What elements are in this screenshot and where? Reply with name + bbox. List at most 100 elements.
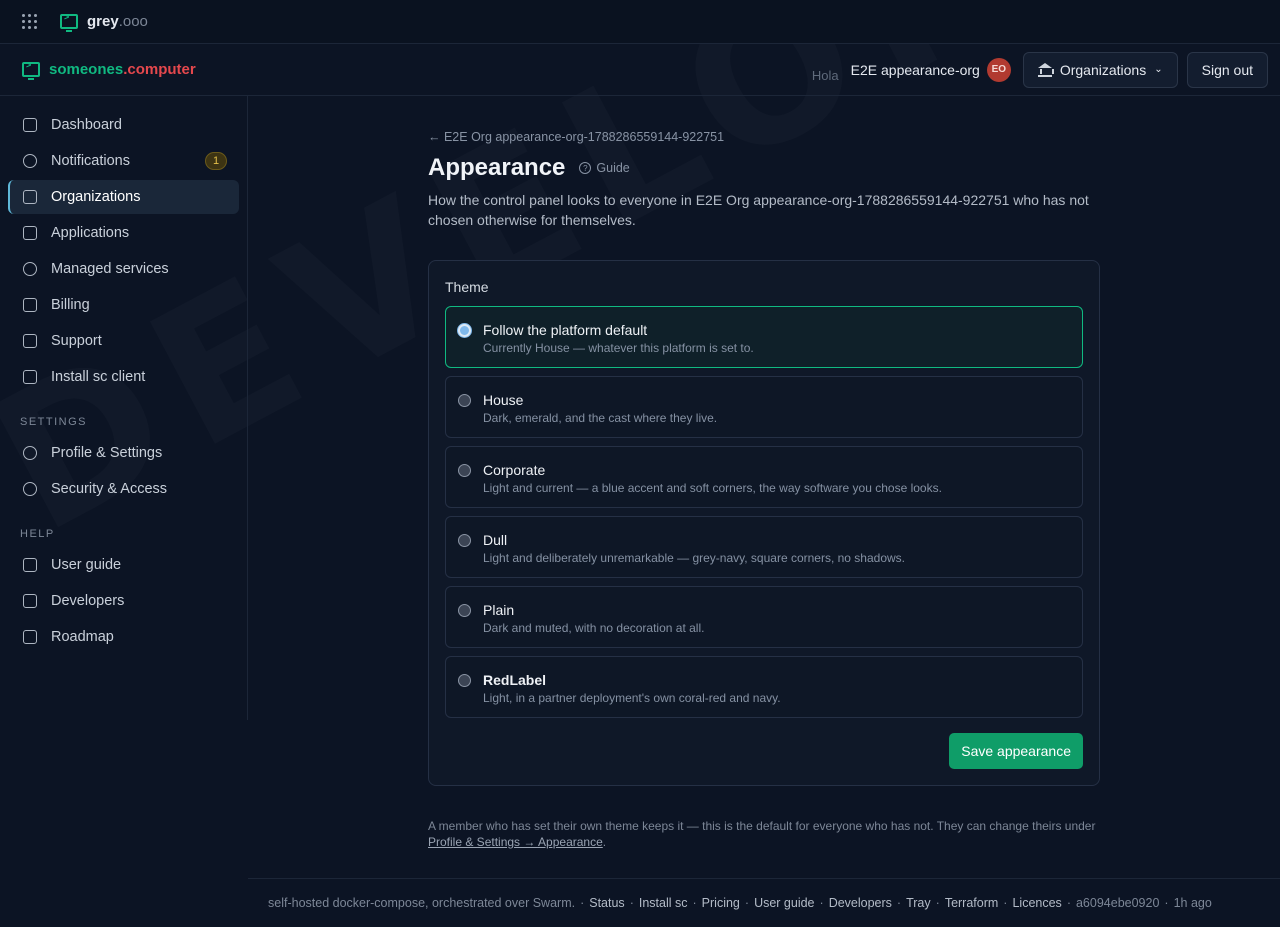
guide-label: Guide bbox=[596, 161, 630, 175]
sidebar-item-label: Managed services bbox=[51, 261, 169, 277]
sidebar-item-roadmap[interactable]: Roadmap bbox=[8, 620, 239, 654]
main-content: ← E2E Org appearance-org-1788286559144-9… bbox=[248, 96, 1280, 878]
separator: · bbox=[744, 896, 750, 910]
sidebar-item-label: Support bbox=[51, 333, 102, 349]
separator: · bbox=[896, 896, 902, 910]
option-subtitle: Dark, emerald, and the cast where they l… bbox=[483, 411, 718, 425]
radio[interactable] bbox=[458, 604, 471, 617]
sidebar-item-organizations[interactable]: Organizations bbox=[8, 180, 239, 214]
organizations-dropdown-button[interactable]: Organizations ⌄ bbox=[1022, 51, 1178, 88]
separator: · bbox=[935, 896, 940, 910]
sidebar-item-install-sc-client[interactable]: Install sc client bbox=[8, 360, 239, 394]
theme-option-platform-default[interactable]: Follow the platform default Currently Hou… bbox=[445, 306, 1083, 368]
option-title: House bbox=[483, 392, 524, 408]
footer-link-pricing[interactable]: Pricing bbox=[702, 896, 740, 910]
theme-option-dull[interactable]: Dull Light and deliberately unremarkable … bbox=[445, 516, 1083, 578]
radio[interactable] bbox=[458, 534, 471, 547]
sidebar-item-label: Roadmap bbox=[51, 629, 114, 645]
option-subtitle: Light, in a partner deployment's own cor… bbox=[483, 691, 781, 705]
sign-out-button[interactable]: Sign out bbox=[1186, 51, 1268, 88]
footer-link-install-sc[interactable]: Install sc bbox=[639, 896, 688, 910]
footer-link-terraform[interactable]: Terraform bbox=[945, 896, 998, 910]
grey-brand[interactable]: grey.ooo bbox=[60, 12, 148, 32]
theme-option-corporate[interactable]: Corporate Light and current — a blue acce… bbox=[445, 446, 1083, 508]
dashboard-icon bbox=[23, 118, 37, 132]
separator: · bbox=[1164, 896, 1169, 910]
footnote-text: A member who has set their own theme kee… bbox=[428, 819, 1096, 833]
separator: · bbox=[1066, 896, 1071, 910]
sidebar-item-label: Developers bbox=[51, 593, 125, 609]
option-title: Follow the platform default bbox=[483, 322, 648, 338]
greeting: Hola bbox=[811, 68, 839, 83]
building-icon bbox=[23, 190, 37, 204]
database-icon bbox=[23, 262, 37, 276]
save-appearance-button[interactable]: Save appearance bbox=[949, 733, 1083, 769]
profile-appearance-link[interactable]: Profile & Settings → Appearance bbox=[428, 835, 603, 849]
guide-link[interactable]: ? Guide bbox=[579, 161, 630, 175]
option-title: Dull bbox=[483, 532, 508, 548]
sidebar-item-label: Applications bbox=[51, 225, 130, 241]
page-description: How the control panel looks to everyone … bbox=[428, 192, 1089, 228]
option-subtitle: Currently House — whatever this platform… bbox=[483, 341, 754, 355]
sidebar-item-label: Organizations bbox=[51, 189, 141, 205]
sidebar-item-label: Billing bbox=[51, 297, 90, 313]
help-circle-icon: ? bbox=[579, 162, 592, 174]
sidebar: Dashboard Notifications 1 Organizations A… bbox=[0, 96, 248, 720]
separator: · bbox=[692, 896, 697, 910]
separator: · bbox=[1003, 896, 1008, 910]
sidebar-item-notifications[interactable]: Notifications 1 bbox=[8, 144, 239, 178]
radio[interactable] bbox=[458, 674, 471, 687]
monitor-icon bbox=[60, 12, 78, 32]
grey-brand-name: grey bbox=[87, 13, 119, 30]
radio[interactable] bbox=[458, 394, 471, 407]
current-org-name: E2E appearance-org bbox=[850, 61, 980, 78]
radio-selected[interactable] bbox=[458, 324, 471, 337]
sidebar-item-billing[interactable]: Billing bbox=[8, 288, 239, 322]
sidebar-item-managed-services[interactable]: Managed services bbox=[8, 252, 239, 286]
footer-prefix: self-hosted docker-compose, orchestrated… bbox=[268, 896, 576, 910]
theme-option-plain[interactable]: Plain Dark and muted, with no decoration … bbox=[445, 586, 1083, 648]
top-bar: grey.ooo bbox=[0, 0, 1280, 44]
theme-label: Theme bbox=[445, 279, 489, 295]
footnote-end: . bbox=[602, 835, 607, 849]
footer-link-developers[interactable]: Developers bbox=[829, 896, 892, 910]
option-subtitle: Light and deliberately unremarkable — gr… bbox=[483, 551, 906, 565]
building-icon bbox=[1037, 62, 1054, 77]
separator: · bbox=[819, 896, 824, 910]
sidebar-item-applications[interactable]: Applications bbox=[8, 216, 239, 250]
footnote: A member who has set their own theme kee… bbox=[428, 818, 1108, 850]
footer-link-user-guide[interactable]: User guide bbox=[754, 896, 814, 910]
sidebar-item-label: Security & Access bbox=[51, 481, 168, 497]
separator: · bbox=[580, 896, 585, 910]
theme-option-house[interactable]: House Dark, emerald, and the cast where t… bbox=[445, 376, 1083, 438]
credit-card-icon bbox=[23, 298, 37, 312]
download-icon bbox=[23, 370, 37, 384]
back-link[interactable]: ← E2E Org appearance-org-1788286559144-9… bbox=[428, 130, 1100, 144]
chevron-down-icon: ⌄ bbox=[1154, 64, 1163, 75]
map-icon bbox=[23, 630, 37, 644]
sidebar-item-support[interactable]: Support bbox=[8, 324, 239, 358]
sidebar-item-label: Notifications bbox=[51, 153, 130, 169]
deploy-age: 1h ago bbox=[1173, 896, 1212, 910]
option-title: RedLabel bbox=[483, 672, 547, 688]
sidebar-item-developers[interactable]: Developers bbox=[8, 584, 239, 618]
sidebar-item-label: User guide bbox=[51, 557, 122, 573]
option-subtitle: Dark and muted, with no decoration at al… bbox=[483, 621, 705, 635]
sidebar-item-dashboard[interactable]: Dashboard bbox=[8, 108, 239, 142]
footer: self-hosted docker-compose, orchestrated… bbox=[248, 878, 1280, 927]
sidebar-item-profile-settings[interactable]: Profile & Settings bbox=[8, 436, 239, 470]
radio[interactable] bbox=[458, 464, 471, 477]
app-grid-icon[interactable] bbox=[22, 13, 38, 30]
site-brand[interactable]: someones.computer bbox=[22, 60, 196, 80]
sidebar-item-security-access[interactable]: Security & Access bbox=[8, 472, 239, 506]
sidebar-item-user-guide[interactable]: User guide bbox=[8, 548, 239, 582]
sidebar-item-label: Profile & Settings bbox=[51, 445, 163, 461]
brand-part-a: someones bbox=[49, 61, 124, 78]
option-title: Plain bbox=[483, 602, 515, 618]
commit-hash: a6094ebe0920 bbox=[1075, 896, 1160, 910]
theme-option-redlabel[interactable]: RedLabel Light, in a partner deployment's… bbox=[445, 656, 1083, 718]
footer-link-status[interactable]: Status bbox=[589, 896, 624, 910]
footer-link-licences[interactable]: Licences bbox=[1012, 896, 1061, 910]
footer-link-tray[interactable]: Tray bbox=[906, 896, 931, 910]
avatar[interactable]: EO bbox=[986, 57, 1011, 82]
